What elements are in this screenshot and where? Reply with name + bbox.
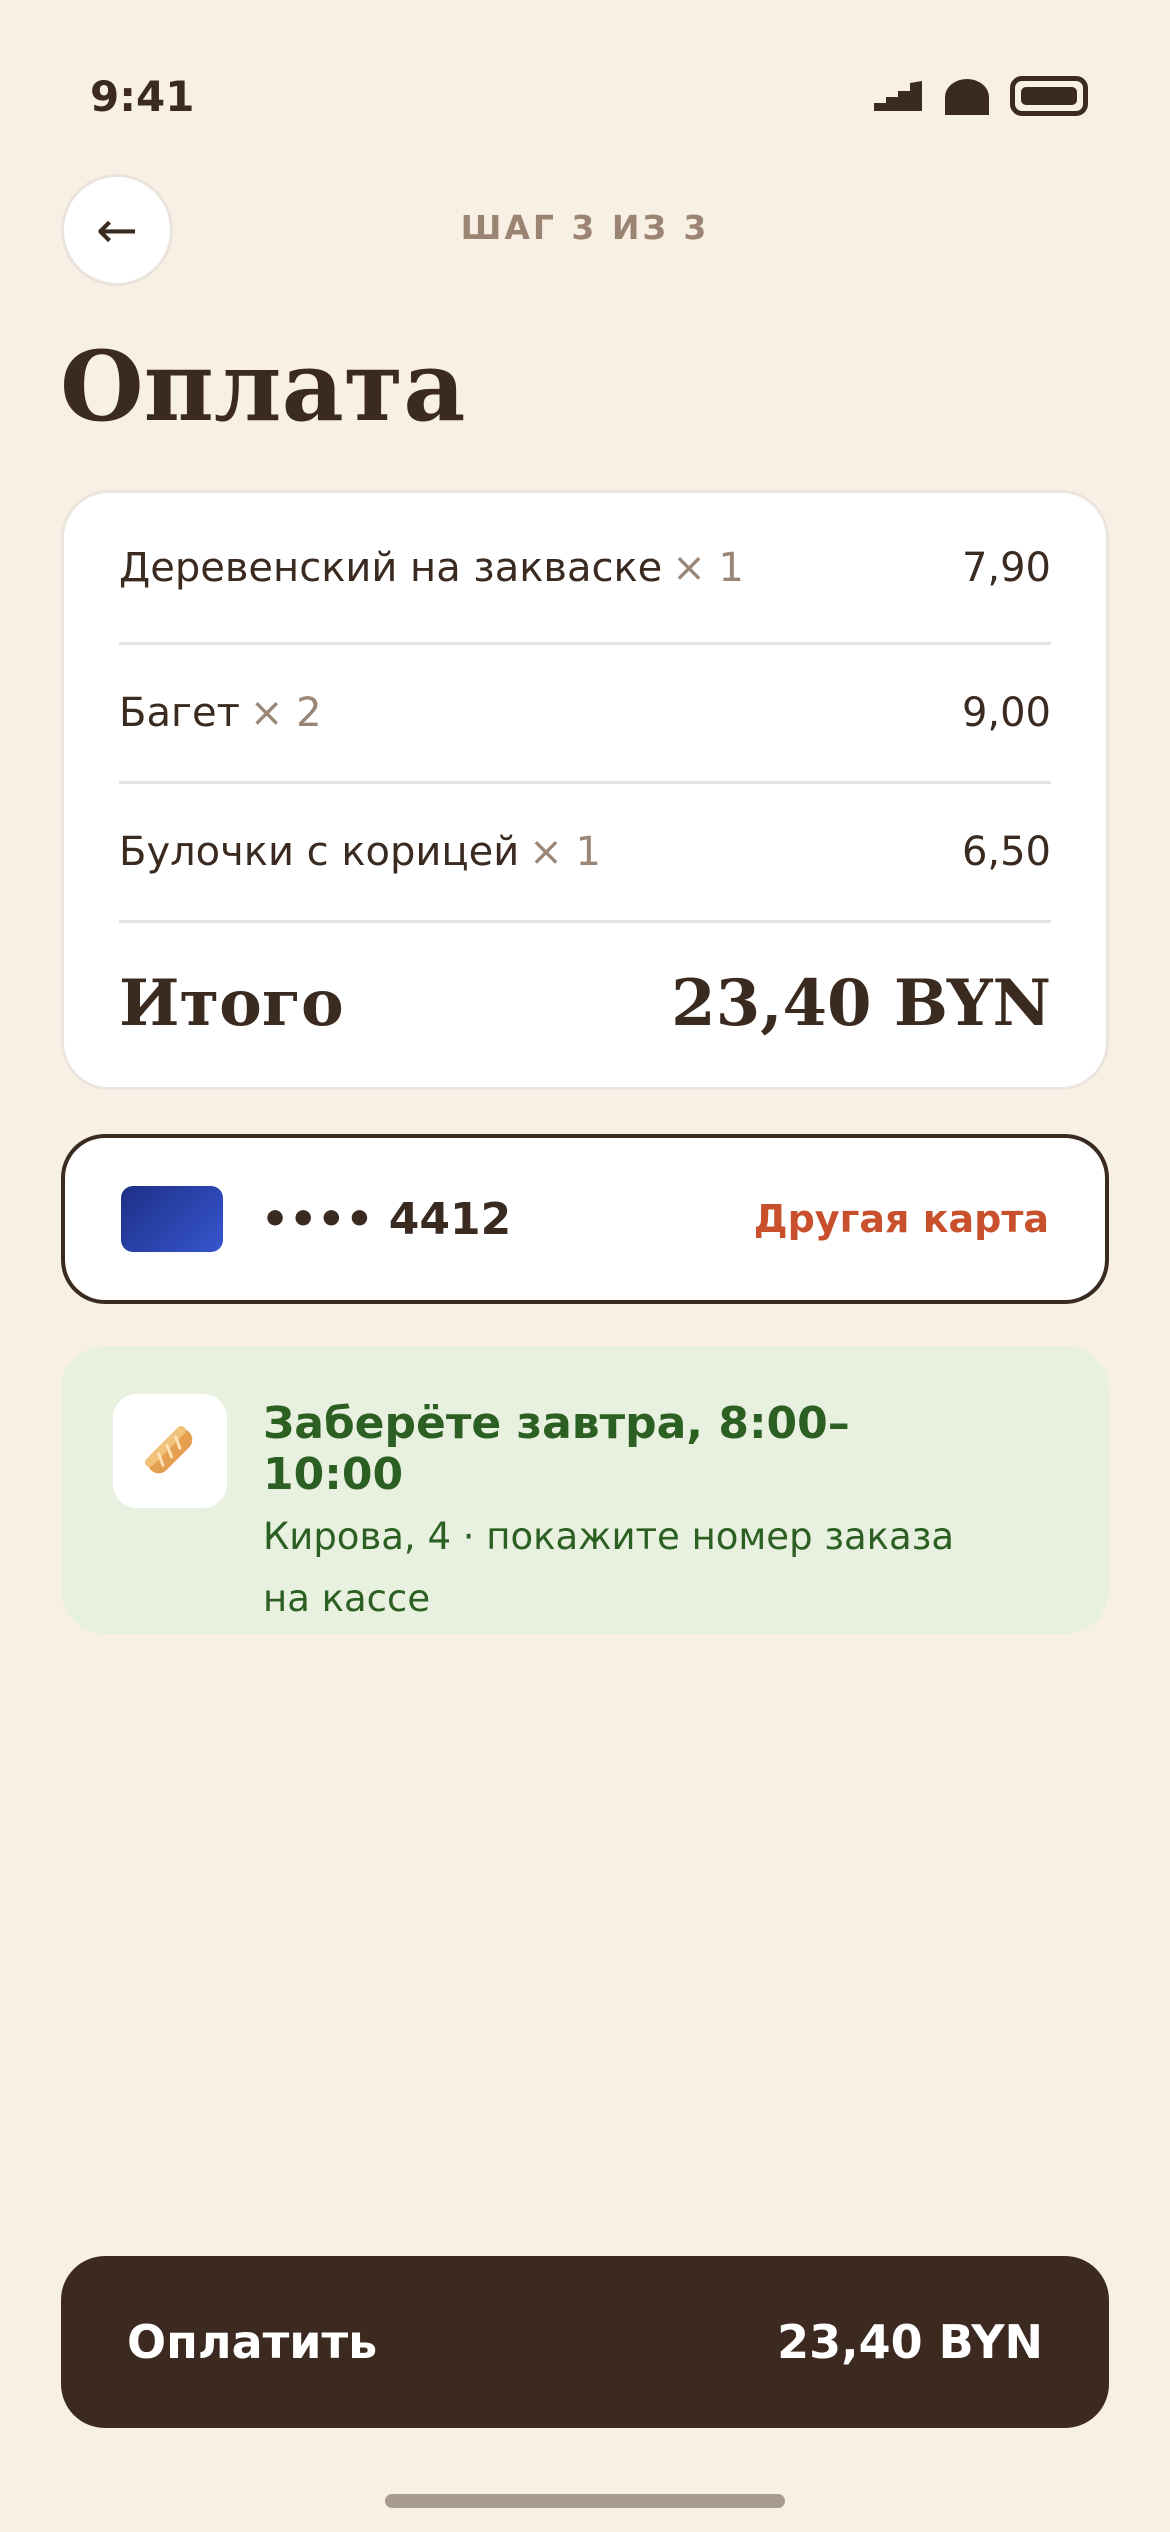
pickup-subtitle: Кирова, 4 · покажите номер заказа на кас… (263, 1515, 955, 1620)
item-qty: × 2 (249, 690, 322, 736)
status-icons (872, 76, 1088, 116)
baguette-icon (113, 1394, 227, 1508)
credit-card-icon (121, 1186, 223, 1252)
order-total-row: Итого 23,40 BYN (119, 923, 1051, 1083)
battery-icon (1010, 76, 1088, 116)
payment-method-card[interactable]: •••• 4412 Другая карта (61, 1134, 1109, 1304)
card-number-mask: •••• 4412 (261, 1193, 512, 1245)
item-name: Багет (119, 690, 240, 736)
item-qty: × 1 (672, 544, 744, 591)
total-value: 23,40 BYN (671, 965, 1051, 1041)
signal-icon (874, 81, 922, 111)
item-price: 9,00 (961, 690, 1051, 736)
item-qty: × 1 (529, 829, 601, 875)
baguette-icon-graphic (144, 1425, 193, 1474)
wifi-icon (945, 79, 989, 115)
order-item-row: Деревенский на закваске × 1 7,90 (119, 493, 1051, 645)
item-name: Булочки с корицей (119, 829, 520, 875)
item-price: 7,90 (961, 544, 1051, 591)
pay-button-label: Оплатить (127, 2315, 378, 2369)
change-card-link[interactable]: Другая карта (754, 1197, 1049, 1241)
pay-button[interactable]: Оплатить 23,40 BYN (61, 2256, 1109, 2428)
pay-button-amount: 23,40 BYN (777, 2315, 1043, 2369)
total-label: Итого (119, 965, 344, 1041)
item-price: 6,50 (961, 829, 1051, 875)
page-title: Оплата (60, 330, 466, 443)
pickup-info-banner: Заберёте завтра, 8:00–10:00 Кирова, 4 · … (61, 1346, 1109, 1634)
order-item-row: Багет × 2 9,00 (119, 645, 1051, 784)
step-indicator: ШАГ 3 ИЗ 3 (460, 208, 710, 247)
order-summary-card: Деревенский на закваске × 1 7,90 Багет × 2… (61, 490, 1109, 1090)
item-name: Деревенский на закваске (119, 544, 663, 591)
checkout-screen: 9:41 ← ШАГ 3 ИЗ 3 Оплата Деревенский на … (0, 0, 1170, 2532)
home-indicator[interactable] (385, 2494, 785, 2508)
pickup-title: Заберёте завтра, 8:00–10:00 (263, 1398, 850, 1500)
order-item-row: Булочки с корицей × 1 6,50 (119, 784, 1051, 923)
status-time: 9:41 (90, 72, 195, 121)
